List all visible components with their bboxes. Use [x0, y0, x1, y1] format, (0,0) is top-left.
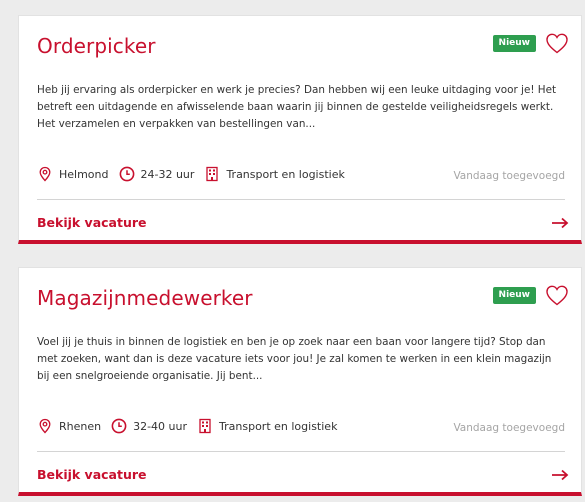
job-hours: 24-32 uur — [140, 167, 195, 181]
view-vacancy-link[interactable]: Bekijk vacature — [37, 467, 147, 482]
job-card[interactable]: Magazijnmedewerker Nieuw Voel jij je thu… — [18, 267, 582, 496]
building-icon — [206, 166, 219, 182]
location-pin-icon — [39, 418, 51, 434]
new-badge: Nieuw — [492, 35, 536, 52]
divider — [37, 199, 565, 200]
job-list: Orderpicker Nieuw Heb jij ervaring als o… — [0, 0, 585, 502]
divider — [37, 451, 565, 452]
job-title[interactable]: Magazijnmedewerker — [37, 286, 253, 310]
job-description: Heb jij ervaring als orderpicker en werk… — [37, 84, 557, 130]
new-badge: Nieuw — [492, 287, 536, 304]
building-icon — [199, 418, 211, 434]
clock-icon — [111, 418, 127, 434]
view-vacancy-link[interactable]: Bekijk vacature — [37, 215, 147, 230]
job-card[interactable]: Orderpicker Nieuw Heb jij ervaring als o… — [18, 15, 582, 244]
job-meta: Rhenen 32-40 uur Transport en logistiek — [37, 418, 347, 434]
job-category: Transport en logistiek — [226, 167, 345, 181]
clock-icon — [119, 166, 134, 182]
location-pin-icon — [39, 166, 51, 182]
job-title[interactable]: Orderpicker — [37, 34, 156, 58]
job-hours: 32-40 uur — [133, 419, 188, 433]
job-location: Rhenen — [59, 419, 102, 433]
heart-icon[interactable] — [545, 32, 569, 54]
arrow-right-icon[interactable] — [551, 469, 569, 481]
added-date: Vandaag toegevoegd — [453, 422, 565, 434]
heart-icon[interactable] — [545, 284, 569, 306]
job-description: Voel jij je thuis in binnen de logistiek… — [37, 336, 552, 382]
job-location: Helmond — [59, 167, 109, 181]
added-date: Vandaag toegevoegd — [453, 170, 565, 182]
arrow-right-icon[interactable] — [551, 217, 569, 229]
job-meta: Helmond 24-32 uur Transport en logistiek — [37, 166, 355, 182]
job-category: Transport en logistiek — [219, 419, 338, 433]
